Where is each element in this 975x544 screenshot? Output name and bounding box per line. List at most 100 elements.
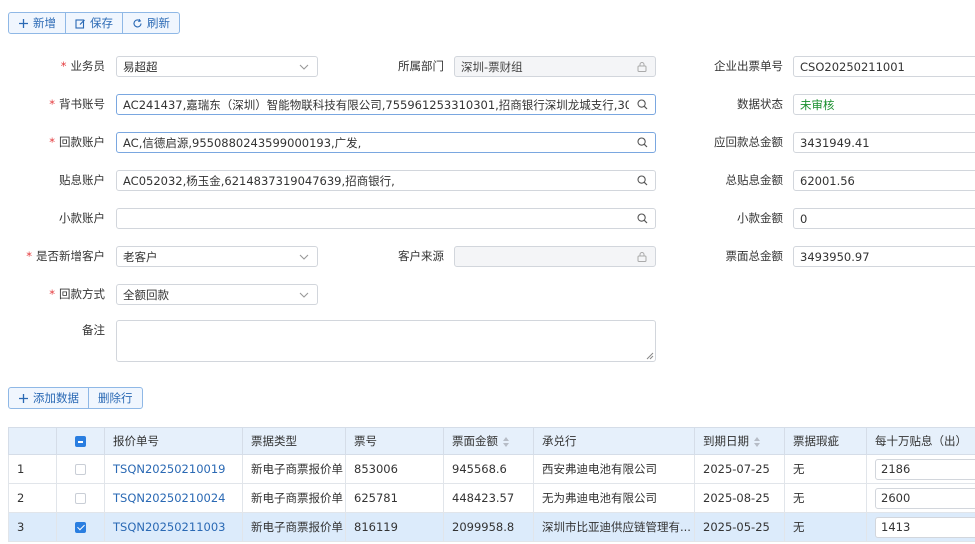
save-button[interactable]: 保存 <box>65 13 122 33</box>
column-header-amount[interactable]: 票面金额 <box>443 427 534 455</box>
search-icon[interactable] <box>635 212 649 226</box>
save-button-label: 保存 <box>90 16 113 30</box>
department-field: 深圳-票财组 <box>454 56 656 77</box>
quote-no-link[interactable]: TSQN20250211003 <box>113 520 225 534</box>
total-discount-label: 总贴息金额 <box>725 173 784 187</box>
bill-type-cell: 新电子商票报价单 <box>242 483 346 513</box>
discount-input[interactable]: 2186 <box>875 458 975 480</box>
table-header-row: 报价单号 票据类型 票号 票面金额 承兑行 到期日期 票据瑕疵 每十万贴息（出） <box>8 427 975 455</box>
remark-textarea[interactable] <box>116 320 656 362</box>
due-date-cell: 2025-05-25 <box>694 512 785 542</box>
row-select-cell[interactable] <box>56 512 105 542</box>
is-new-customer-label: * 是否新增客户 <box>26 249 105 263</box>
bill-no-cell: 625781 <box>345 483 444 513</box>
acceptor-cell: 无为弗迪电池有限公司 <box>533 483 695 513</box>
quote-table: 报价单号 票据类型 票号 票面金额 承兑行 到期日期 票据瑕疵 每十万贴息（出）… <box>8 427 975 542</box>
small-amount-label: 小款金额 <box>737 211 783 225</box>
return-method-label: * 回款方式 <box>49 287 105 301</box>
table-row[interactable]: 2 TSQN20250210024 新电子商票报价单 625781 448423… <box>8 483 975 513</box>
small-amount-field[interactable]: 0 <box>793 208 975 229</box>
bill-no-cell: 853006 <box>345 454 444 484</box>
defect-cell: 无 <box>784 454 867 484</box>
sort-icon[interactable] <box>754 436 761 447</box>
search-icon[interactable] <box>635 174 649 188</box>
edit-icon <box>75 18 86 29</box>
lock-icon <box>635 250 649 264</box>
row-index: 2 <box>8 483 57 513</box>
return-account-field[interactable]: AC,信德启源,9550880243599000193,广发, <box>116 132 656 153</box>
delete-row-button-label: 删除行 <box>98 391 133 405</box>
plus-icon <box>18 393 29 404</box>
refresh-button[interactable]: 刷新 <box>122 13 179 33</box>
add-button-label: 新增 <box>33 16 56 30</box>
discount-account-field[interactable]: AC052032,杨玉金,6214837319047639,招商银行, <box>116 170 656 191</box>
face-total-label: 票面总金额 <box>725 249 784 263</box>
chevron-down-icon <box>297 60 311 74</box>
index-header <box>8 427 57 455</box>
discount-cell: 2186 <box>866 454 975 484</box>
sort-icon[interactable] <box>503 436 510 447</box>
acceptor-cell: 西安弗迪电池有限公司 <box>533 454 695 484</box>
table-row[interactable]: 1 TSQN20250210019 新电子商票报价单 853006 945568… <box>8 454 975 484</box>
refresh-icon <box>132 18 143 29</box>
bill-type-cell: 新电子商票报价单 <box>242 512 346 542</box>
salesman-select[interactable]: 易超超 <box>116 56 318 77</box>
lock-icon <box>635 60 649 74</box>
bill-type-cell: 新电子商票报价单 <box>242 454 346 484</box>
plus-icon <box>18 18 29 29</box>
column-header-bill-no: 票号 <box>345 427 444 455</box>
quote-no-cell: TSQN20250210024 <box>104 483 243 513</box>
row-index: 1 <box>8 454 57 484</box>
amount-cell: 448423.57 <box>443 483 534 513</box>
discount-input[interactable]: 2600 <box>875 487 975 509</box>
enterprise-bill-no-field[interactable]: CSO20250211001 <box>793 56 975 77</box>
row-checkbox[interactable] <box>75 464 86 475</box>
column-header-quote-no: 报价单号 <box>104 427 243 455</box>
search-icon[interactable] <box>635 98 649 112</box>
acceptor-cell: 深圳市比亚迪供应链管理有... <box>533 512 695 542</box>
due-date-cell: 2025-08-25 <box>694 483 785 513</box>
defect-cell: 无 <box>784 483 867 513</box>
amount-cell: 945568.6 <box>443 454 534 484</box>
amount-cell: 2099958.8 <box>443 512 534 542</box>
chevron-down-icon <box>297 250 311 264</box>
column-header-defect: 票据瑕疵 <box>784 427 867 455</box>
main-toolbar: 新增 保存 刷新 <box>8 12 180 34</box>
due-date-cell: 2025-07-25 <box>694 454 785 484</box>
small-account-field[interactable] <box>116 208 656 229</box>
salesman-label: * 业务员 <box>60 59 105 73</box>
row-select-cell[interactable] <box>56 454 105 484</box>
select-all-header[interactable] <box>56 427 105 455</box>
department-label: 所属部门 <box>398 59 444 73</box>
resize-handle-icon[interactable] <box>646 352 654 360</box>
face-total-field[interactable]: 3493950.97 <box>793 246 975 267</box>
enterprise-bill-no-label: 企业出票单号 <box>714 59 783 73</box>
add-data-button[interactable]: 添加数据 <box>9 388 88 408</box>
endorse-account-label: * 背书账号 <box>49 97 105 111</box>
row-checkbox[interactable] <box>75 493 86 504</box>
bill-no-cell: 816119 <box>345 512 444 542</box>
remark-label: 备注 <box>82 323 105 337</box>
total-discount-field[interactable]: 62001.56 <box>793 170 975 191</box>
row-select-cell[interactable] <box>56 483 105 513</box>
endorse-account-field[interactable]: AC241437,嘉瑞东（深圳）智能物联科技有限公司,7559612533103… <box>116 94 656 115</box>
search-icon[interactable] <box>635 136 649 150</box>
add-button[interactable]: 新增 <box>9 13 65 33</box>
table-row[interactable]: 3 TSQN20250211003 新电子商票报价单 816119 209995… <box>8 512 975 542</box>
return-method-select[interactable]: 全额回款 <box>116 284 318 305</box>
delete-row-button[interactable]: 删除行 <box>88 388 142 408</box>
discount-cell: 1413 <box>866 512 975 542</box>
column-header-discount: 每十万贴息（出） <box>866 427 975 455</box>
receivable-total-field[interactable]: 3431949.41 <box>793 132 975 153</box>
quote-no-link[interactable]: TSQN20250210024 <box>113 491 225 505</box>
small-account-label: 小款账户 <box>59 211 105 225</box>
row-checkbox[interactable] <box>75 522 86 533</box>
quote-no-link[interactable]: TSQN20250210019 <box>113 462 225 476</box>
column-header-due-date[interactable]: 到期日期 <box>694 427 785 455</box>
discount-input[interactable]: 1413 <box>875 516 975 538</box>
column-header-bill-type: 票据类型 <box>242 427 346 455</box>
quote-no-cell: TSQN20250211003 <box>104 512 243 542</box>
is-new-customer-select[interactable]: 老客户 <box>116 246 318 267</box>
refresh-button-label: 刷新 <box>147 16 170 30</box>
select-all-checkbox[interactable] <box>75 436 86 447</box>
